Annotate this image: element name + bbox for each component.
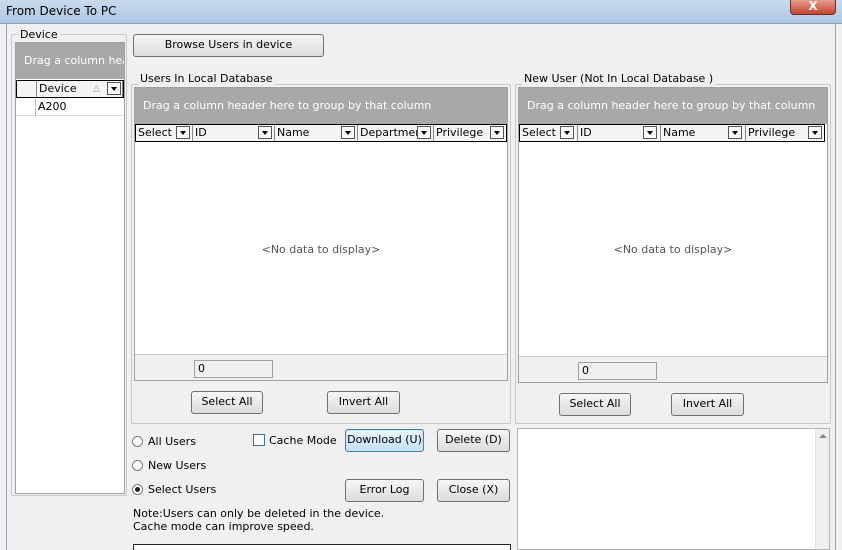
new-user-col-id-dropdown[interactable]: [643, 126, 657, 139]
new-user-col-id-label: ID: [580, 126, 592, 139]
local-db-column-header: Select ID Name Department Privilege: [135, 124, 507, 142]
delete-button[interactable]: Delete (D): [437, 429, 510, 452]
new-user-no-data: <No data to display>: [613, 243, 733, 256]
local-db-col-select-label: Select: [138, 126, 172, 139]
new-user-col-privilege-label: Privilege: [748, 126, 796, 139]
new-user-col-select-dropdown[interactable]: [560, 126, 574, 139]
sort-ascending-icon: △: [93, 84, 100, 94]
new-user-col-name-dropdown[interactable]: [728, 126, 742, 139]
local-db-col-name-label: Name: [277, 126, 310, 139]
device-column-header: Device △: [16, 80, 124, 98]
new-users-label[interactable]: New Users: [148, 459, 206, 472]
device-grid: Drag a column header here to group by th…: [15, 42, 125, 494]
local-db-footer: 0: [135, 354, 507, 380]
new-user-select-all-button[interactable]: Select All: [559, 393, 631, 416]
local-db-invert-all-button[interactable]: Invert All: [327, 391, 400, 414]
error-log-button[interactable]: Error Log: [345, 479, 424, 502]
local-db-col-privilege-dropdown[interactable]: [490, 126, 504, 139]
local-db-no-data: <No data to display>: [261, 243, 381, 256]
local-db-col-department-dropdown[interactable]: [417, 126, 431, 139]
cache-mode-checkbox[interactable]: [253, 434, 265, 446]
new-user-count: 0: [578, 362, 657, 380]
local-db-grid: Drag a column header here to group by th…: [134, 87, 508, 381]
device-row-indicator: [16, 99, 36, 116]
close-button[interactable]: Close (X): [437, 479, 510, 502]
window-title: From Device To PC: [6, 4, 117, 18]
cache-note: Cache mode can improve speed.: [133, 520, 314, 533]
device-row-indicator-header: [17, 81, 37, 97]
device-column-filter-dropdown[interactable]: [107, 82, 121, 95]
new-user-footer: 0: [519, 356, 827, 382]
cache-mode-label[interactable]: Cache Mode: [269, 434, 337, 447]
device-row[interactable]: A200: [16, 99, 124, 116]
log-scrollbar[interactable]: [815, 429, 829, 549]
local-db-col-privilege-label: Privilege: [436, 126, 484, 139]
new-user-column-header: Select ID Name Privilege: [519, 124, 825, 142]
log-textarea[interactable]: [517, 428, 830, 550]
local-db-col-id-label: ID: [195, 126, 207, 139]
local-db-col-id-dropdown[interactable]: [258, 126, 272, 139]
local-db-legend: Users In Local Database: [138, 72, 275, 85]
select-users-radio[interactable]: [132, 484, 143, 495]
local-db-select-all-button[interactable]: Select All: [191, 391, 263, 414]
local-db-col-name-dropdown[interactable]: [341, 126, 355, 139]
scroll-up-icon[interactable]: [819, 434, 827, 438]
local-db-group-hint: Drag a column header here to group by th…: [135, 88, 507, 124]
new-user-group-hint: Drag a column header here to group by th…: [519, 88, 827, 124]
delete-note: Note:Users can only be deleted in the de…: [133, 507, 385, 520]
title-bar: From Device To PC X: [0, 0, 842, 24]
device-group-hint: Drag a column header here to group by th…: [16, 43, 124, 79]
progress-bar: [133, 544, 511, 550]
all-users-label[interactable]: All Users: [148, 435, 196, 448]
new-user-legend: New User (Not In Local Database ): [522, 72, 716, 85]
new-user-col-privilege-dropdown[interactable]: [808, 126, 822, 139]
device-group-legend: Device: [18, 28, 60, 41]
browse-users-button[interactable]: Browse Users in device: [133, 34, 324, 57]
window-close-button[interactable]: X: [790, 0, 836, 15]
download-button[interactable]: Download (U): [345, 429, 424, 452]
local-db-count: 0: [194, 360, 273, 378]
new-user-col-select-label: Select: [522, 126, 556, 139]
device-column-text: Device: [39, 82, 77, 95]
local-db-col-select-dropdown[interactable]: [176, 126, 190, 139]
new-user-invert-all-button[interactable]: Invert All: [671, 393, 744, 416]
device-row-value: A200: [38, 100, 67, 113]
new-user-col-name-label: Name: [663, 126, 696, 139]
new-users-radio[interactable]: [132, 460, 143, 471]
all-users-radio[interactable]: [132, 436, 143, 447]
new-user-grid: Drag a column header here to group by th…: [518, 87, 828, 383]
select-users-label[interactable]: Select Users: [148, 483, 216, 496]
